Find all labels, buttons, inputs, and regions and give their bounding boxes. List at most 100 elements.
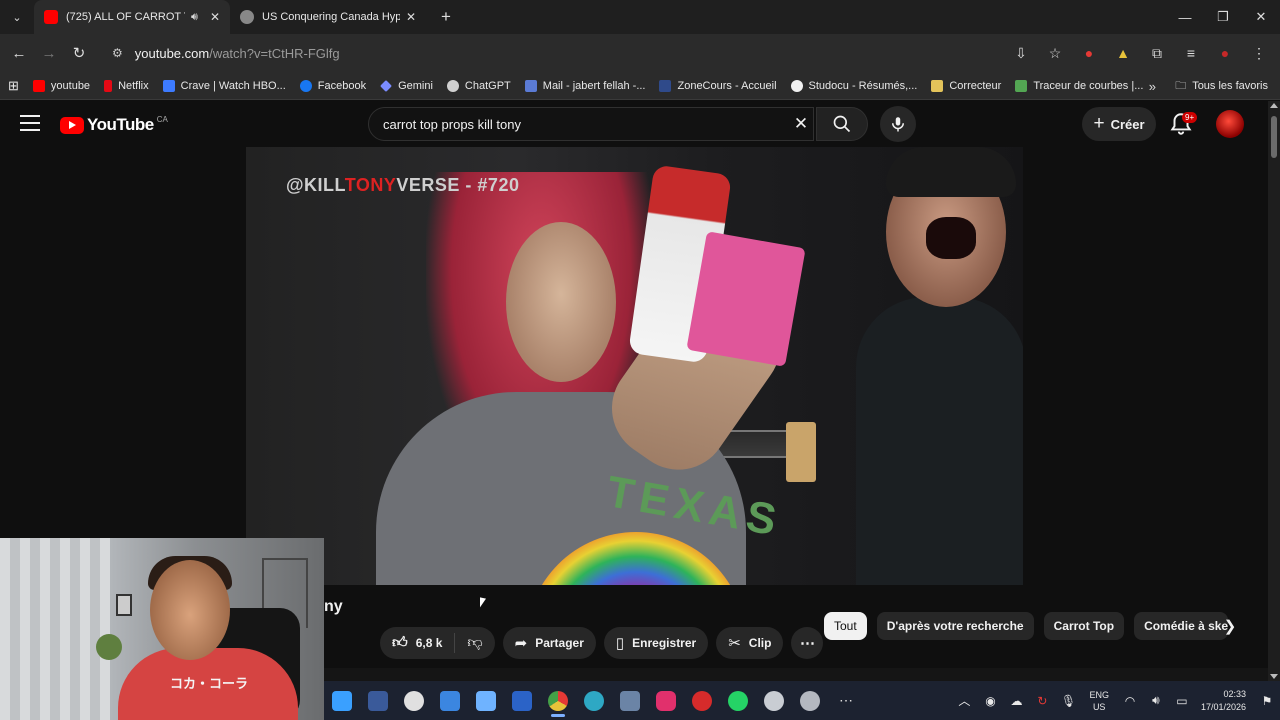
- back-button[interactable]: ←: [4, 38, 34, 68]
- forward-button[interactable]: →: [34, 38, 64, 68]
- bookmark-studocu[interactable]: Studocu - Résumés,...: [790, 79, 917, 92]
- reload-button[interactable]: ↻: [64, 38, 94, 68]
- video-actions: 👍︎ 6,8 k 👎︎ ➦ Partager ▯ Enregistrer ✂ Clip …: [380, 627, 824, 659]
- scroll-up-icon[interactable]: [1270, 103, 1278, 108]
- minimize-icon[interactable]: —: [1166, 0, 1204, 34]
- taskbar-zc-app[interactable]: [360, 681, 396, 720]
- taskbar-steam-app[interactable]: [756, 681, 792, 720]
- youtube-logo[interactable]: YouTube CA: [60, 115, 168, 135]
- bookmarks-more-icon[interactable]: »: [1149, 72, 1156, 100]
- voice-search-button[interactable]: [880, 106, 916, 142]
- extensions-puzzle-icon[interactable]: ⧉: [1140, 45, 1174, 62]
- share-arrow-icon: ➦: [514, 635, 528, 652]
- bookmark-youtube[interactable]: youtube: [32, 79, 90, 92]
- scroll-thumb[interactable]: [1271, 116, 1277, 158]
- browser-menu-icon[interactable]: ⋮: [1242, 45, 1276, 62]
- chip-from-search[interactable]: D'après votre recherche: [876, 612, 1034, 640]
- site-info-icon[interactable]: ⚙: [112, 46, 123, 60]
- maximize-icon[interactable]: ❐: [1204, 0, 1242, 34]
- tab-title: US Conquering Canada Hypoth: [262, 11, 400, 23]
- speaker-icon[interactable]: 🔊︎: [191, 11, 198, 24]
- system-clock[interactable]: 02:33 17/01/2026: [1201, 688, 1246, 714]
- bookmark-facebook[interactable]: Facebook: [299, 79, 366, 92]
- bookmark-zonecours[interactable]: ZoneCours - Accueil: [659, 79, 777, 92]
- wifi-icon[interactable]: ◠: [1117, 694, 1143, 708]
- like-button[interactable]: 👍︎ 6,8 k: [380, 633, 456, 653]
- more-actions-button[interactable]: ⋯: [791, 627, 824, 659]
- chip-carrot-top[interactable]: Carrot Top: [1043, 612, 1125, 640]
- bookmark-label: ZoneCours - Accueil: [677, 79, 777, 92]
- taskbar-instagram-app[interactable]: [648, 681, 684, 720]
- extension-flask-icon[interactable]: ▲: [1106, 45, 1140, 61]
- facebook-icon: [299, 79, 312, 92]
- tray-cloud-icon[interactable]: ☁: [1003, 694, 1029, 708]
- tab-search-icon[interactable]: ⌄: [0, 0, 34, 34]
- guide-menu-icon[interactable]: [18, 113, 42, 133]
- search-button[interactable]: [816, 107, 868, 141]
- profile-avatar-icon[interactable]: ●: [1208, 45, 1242, 61]
- bookmark-correcteur[interactable]: Correcteur: [931, 79, 1001, 92]
- microphone-icon: [892, 117, 904, 132]
- taskbar-mail-app[interactable]: [432, 681, 468, 720]
- zc-icon: [368, 690, 388, 711]
- page-scrollbar[interactable]: [1268, 101, 1280, 681]
- new-tab-button[interactable]: +: [432, 3, 460, 31]
- close-window-icon[interactable]: ✕: [1242, 0, 1280, 34]
- all-bookmarks-folder[interactable]: 🗀︎ Tous les favoris: [1175, 72, 1268, 100]
- bookmark-chatgpt[interactable]: ChatGPT: [446, 79, 511, 92]
- taskbar-opera-app[interactable]: [684, 681, 720, 720]
- tray-mic-icon[interactable]: 🎙︎: [1055, 694, 1081, 708]
- share-button[interactable]: ➦ Partager: [502, 627, 596, 659]
- battery-icon[interactable]: ▭: [1169, 694, 1195, 708]
- taskbar-word-app[interactable]: [504, 681, 540, 720]
- save-button[interactable]: ▯ Enregistrer: [603, 627, 709, 659]
- tray-sync-icon[interactable]: ↻: [1029, 694, 1055, 708]
- chip-all[interactable]: Tout: [824, 612, 867, 640]
- taskbar-overflow[interactable]: ⋯: [828, 681, 864, 720]
- create-button[interactable]: + Créer: [1082, 107, 1156, 141]
- scroll-down-icon[interactable]: [1270, 674, 1278, 679]
- clear-search-icon[interactable]: ✕: [788, 107, 814, 141]
- tab-us-canada[interactable]: US Conquering Canada Hypoth ✕: [230, 0, 426, 34]
- bookmark-crave[interactable]: Crave | Watch HBO...: [162, 79, 286, 92]
- taskbar-notepad-app[interactable]: [468, 681, 504, 720]
- taskbar-edge-app[interactable]: [576, 681, 612, 720]
- bookmark-netflix[interactable]: Netflix: [104, 79, 149, 92]
- taskbar-whatsapp-app[interactable]: [720, 681, 756, 720]
- close-tab-icon[interactable]: ✕: [210, 10, 220, 24]
- taskbar-chatgpt-app[interactable]: [396, 681, 432, 720]
- chips-next-icon[interactable]: ❯: [1216, 612, 1244, 640]
- media-control-icon[interactable]: ≡: [1174, 45, 1208, 61]
- notifications-icon[interactable]: ⚑: [1254, 694, 1280, 708]
- bookmark-star-icon[interactable]: ☆: [1038, 45, 1072, 62]
- dislike-button[interactable]: 👎︎: [455, 634, 494, 652]
- close-tab-icon[interactable]: ✕: [406, 10, 416, 24]
- bookmark-traceur[interactable]: Traceur de courbes |...: [1015, 79, 1143, 92]
- toolbar-actions: ⇩ ☆ ● ▲ ⧉ ≡ ● ⋮: [1004, 38, 1276, 68]
- address-bar[interactable]: ⚙ youtube.com/watch?v=tCtHR-FGlfg: [100, 38, 1000, 68]
- save-label: Enregistrer: [632, 636, 697, 650]
- wall-frame: [116, 594, 132, 616]
- taskbar-snip-app[interactable]: [792, 681, 828, 720]
- tray-shield-icon[interactable]: ◉: [977, 694, 1003, 708]
- taskbar-calculator-app[interactable]: [612, 681, 648, 720]
- search-input[interactable]: carrot top props kill tony: [368, 107, 814, 141]
- extension-red-icon[interactable]: ●: [1072, 45, 1106, 61]
- chip-sketch-comedy[interactable]: Comédie à sketc: [1134, 612, 1229, 640]
- tray-chevron-icon[interactable]: ︿: [951, 692, 977, 709]
- install-app-icon[interactable]: ⇩: [1004, 45, 1038, 62]
- apps-grid-icon[interactable]: ⊞: [8, 78, 19, 94]
- input-language[interactable]: ENG US: [1089, 689, 1109, 713]
- bookmark-label: Netflix: [118, 79, 149, 92]
- tab-youtube[interactable]: (725) ALL OF CARROT TOP'S 🔊︎ ✕: [34, 0, 230, 34]
- bookmark-gemini[interactable]: Gemini: [380, 80, 433, 92]
- video-player[interactable]: TEXAS @KILLTONYVERSE - #720: [246, 147, 1023, 585]
- clip-button[interactable]: ✂ Clip: [716, 627, 784, 659]
- volume-icon[interactable]: 🔊︎: [1143, 693, 1169, 708]
- account-avatar[interactable]: [1216, 110, 1244, 138]
- taskbar-chrome-app[interactable]: [540, 681, 576, 720]
- taskbar-files-app[interactable]: [324, 681, 360, 720]
- url-path: /watch?v=tCtHR-FGlfg: [209, 45, 340, 61]
- bookmark-mail[interactable]: Mail - jabert fellah -...: [524, 79, 645, 92]
- scissors-icon: ✂: [728, 635, 741, 652]
